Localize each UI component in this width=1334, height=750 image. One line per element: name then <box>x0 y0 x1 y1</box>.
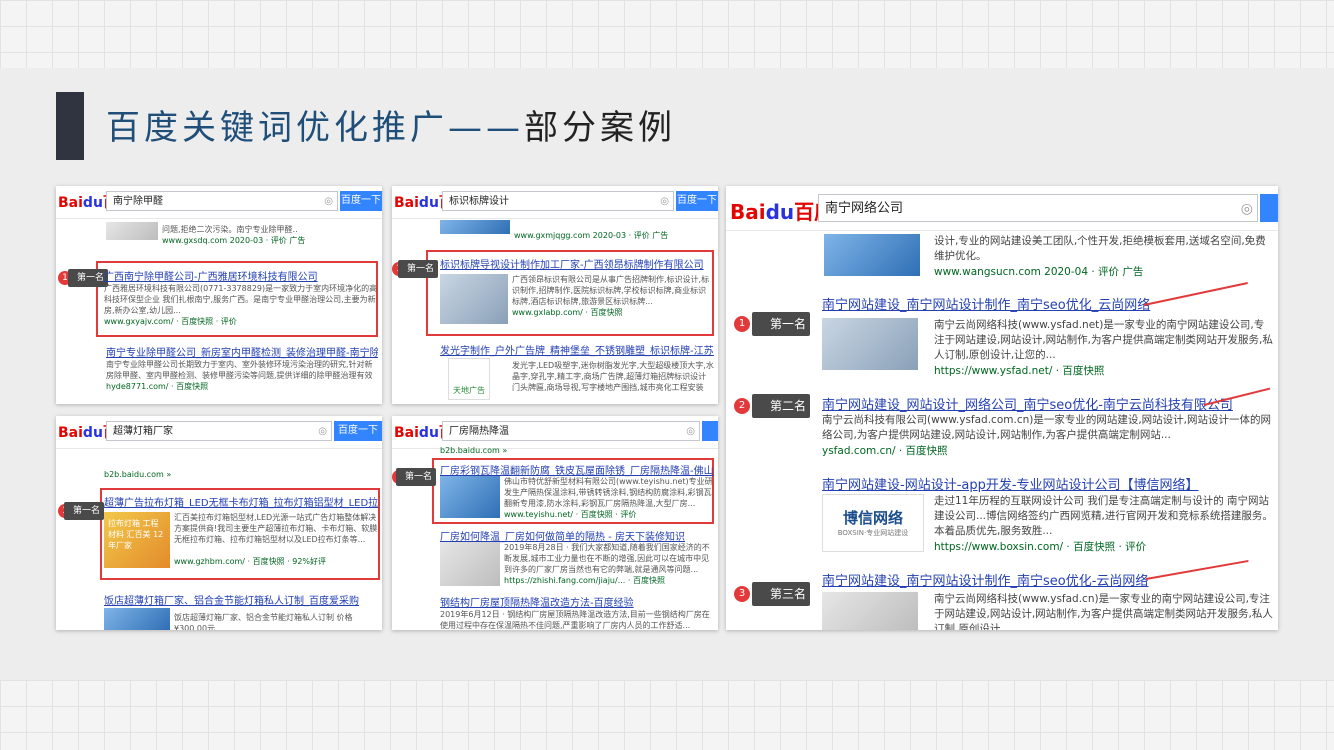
screenshot-panel-main: Baidu百度 南宁网络公司 ◎ 设计,专业的网站建设美工团队,个性开发,拒绝模板… <box>726 186 1278 630</box>
rank-badge: 第一名 <box>68 269 108 287</box>
result-item-1-body: 南宁云尚网络科技(www.ysfad.net)是一家专业的南宁网站建设公司,专注… <box>934 319 1273 377</box>
result-item-2-body: 2019年8月28日 · 我们大家都知道,随着我们国家经济的不断发展,城市工业力… <box>504 543 710 585</box>
result-item-1-body: 广西领昂标识有限公司是从事广告招牌制作,标识设计,标识制作,招牌制作,医院标识标… <box>512 275 710 317</box>
camera-icon[interactable]: ◎ <box>324 192 333 212</box>
result-item-1-body: 佛山市特优舒新型材料有限公司(www.teyishu.net)专业研发生产隔热保… <box>504 477 713 519</box>
result-item-1[interactable]: 广西南宁除甲醛公司-广西雅居环境科技有限公司 广西雅居环境科技有限公司(0771… <box>104 268 378 327</box>
result-ad: 设计,专业的网站建设美工团队,个性开发,拒绝模板套用,送域名空间,免费维护优化。… <box>934 235 1266 278</box>
search-button[interactable] <box>702 421 718 441</box>
result-item-2[interactable]: 南宁专业除甲醛公司_新房室内甲醛检测_装修治理甲醛-南宁除甲醛公司 南宁专业除甲… <box>106 344 378 392</box>
tiandi-logo: 天地广告 <box>448 358 490 400</box>
result-thumbnail <box>822 592 918 630</box>
rank-badge: 第一名 <box>396 468 436 486</box>
result-item-2[interactable]: 发光字制作_户外广告牌_精神堡垒_不锈钢雕塑_标识标牌-江苏天地... <box>440 342 714 357</box>
slide-title: 百度关键词优化推广——部分案例 <box>106 100 676 149</box>
search-button[interactable] <box>1260 194 1278 222</box>
result-item-1[interactable]: 厂房彩钢瓦降温翻新防腐_铁皮瓦屋面除锈_厂房隔热降温-佛山市... <box>440 462 714 477</box>
result-item-4-body: 南宁云尚网络科技(www.ysfad.cn)是一家专业的南宁网站建设公司,专注于… <box>934 593 1273 630</box>
rank-number-1: 1 <box>734 316 750 332</box>
screenshot-panel-3: Baidu百度 超薄灯箱厂家◎ 百度一下 b2b.baidu.com » 1 第… <box>56 416 382 630</box>
result-item-3[interactable]: 南宁网站建设-网站设计-app开发-专业网站设计公司【博信网络】 <box>822 474 1274 493</box>
result-ad: 问题,拒绝二次污染。南宁专业除甲醛.. www.gxsdq.com 2020-0… <box>162 225 306 245</box>
result-ad: b2b.baidu.com » <box>440 446 508 455</box>
result-thumbnail <box>440 476 500 518</box>
result-item-1[interactable]: 标识标牌导视设计制作加工厂家-广西领昂标牌制作有限公司 <box>440 256 714 271</box>
result-item-2-body: 饭店超薄灯箱厂家、铝合金节能灯箱私人订制 价格 ¥300.00元 <box>174 613 353 630</box>
result-item-1-body: 汇百美拉布灯箱铝型材,LED光源一站式广告灯箱整体解决方案提供商!我司主要生产超… <box>174 513 378 566</box>
result-thumbnail <box>440 220 510 234</box>
boxsin-logo: 博信网络 BOXSIN·专业网站建设 <box>822 494 924 552</box>
result-item-4[interactable]: 南宁网站建设_南宁网站设计制作_南宁seo优化-云尚网络 <box>822 570 1274 589</box>
search-button[interactable]: 百度一下 <box>334 421 382 441</box>
rank-number-3: 3 <box>734 586 750 602</box>
search-input[interactable]: 超薄灯箱厂家 ◎ <box>106 421 332 441</box>
result-item-2-body: 发光字,LED吸塑字,迷你树脂发光字,大型超级楼顶大字,水晶字,穿孔字,精工字,… <box>512 361 714 392</box>
search-input[interactable]: 南宁除甲醛 ◎ <box>106 191 338 211</box>
title-tail: 部分案例 <box>524 108 676 148</box>
result-thumbnail: 拉布灯箱 工程材料 汇百美 12年厂家 <box>104 512 170 568</box>
result-ad: www.gxmjqgg.com 2020-03 · 评价 广告 <box>514 231 669 240</box>
result-item-2[interactable]: 饭店超薄灯箱厂家、铝合金节能灯箱私人订制_百度爱采购 <box>104 592 378 607</box>
screenshot-panel-4: Baidu百度 厂房隔热降温◎ b2b.baidu.com » 1 第一名 厂房… <box>392 416 718 630</box>
result-item-1[interactable]: 超薄广告拉布灯箱_LED无框卡布灯箱_拉布灯箱铝型材_LED拉布灯条... <box>104 494 378 509</box>
result-item-1[interactable]: 南宁网站建设_南宁网站设计制作_南宁seo优化_云尚网络 <box>822 294 1274 313</box>
rank-badge-1: 第一名 <box>752 312 810 336</box>
rank-badge-2: 第二名 <box>752 394 810 418</box>
search-input[interactable]: 南宁网络公司 ◎ <box>818 194 1258 222</box>
result-thumbnail <box>104 608 170 630</box>
result-thumbnail <box>824 234 920 276</box>
search-input[interactable]: 标识标牌设计 ◎ <box>442 191 674 211</box>
search-button[interactable]: 百度一下 <box>676 191 718 211</box>
result-thumbnail <box>440 274 508 324</box>
search-bar: Baidu百度 南宁除甲醛◎ 百度一下 <box>56 186 382 219</box>
search-bar: Baidu百度 标识标牌设计◎ 百度一下 <box>392 186 718 219</box>
result-item-2[interactable]: 厂房如何降温_厂房如何做简单的隔热 - 房天下装修知识 <box>440 528 714 543</box>
camera-icon[interactable]: ◎ <box>318 422 327 442</box>
search-bar: Baidu百度 南宁网络公司 ◎ <box>726 186 1278 231</box>
camera-icon[interactable]: ◎ <box>686 422 695 442</box>
result-thumbnail <box>106 222 158 240</box>
grid-background-bottom <box>0 680 1334 750</box>
screenshot-panel-2: Baidu百度 标识标牌设计◎ 百度一下 www.gxmjqgg.com 202… <box>392 186 718 404</box>
rank-badge: 第一名 <box>64 502 104 520</box>
camera-icon[interactable]: ◎ <box>1241 195 1253 223</box>
result-item-3-body: 走过11年历程的互联网设计公司 我们是专注高端定制与设计的 南宁网站建设公司..… <box>934 495 1273 553</box>
title-accent-bar <box>56 92 84 160</box>
rank-badge: 第一名 <box>398 260 438 278</box>
grid-background-top <box>0 0 1334 68</box>
search-bar: Baidu百度 超薄灯箱厂家◎ 百度一下 <box>56 416 382 449</box>
search-button[interactable]: 百度一下 <box>340 191 382 211</box>
search-bar: Baidu百度 厂房隔热降温◎ <box>392 416 718 449</box>
search-input[interactable]: 厂房隔热降温 ◎ <box>442 421 700 441</box>
result-thumbnail <box>440 542 500 586</box>
screenshot-panel-1: Baidu百度 南宁除甲醛◎ 百度一下 问题,拒绝二次污染。南宁专业除甲醛.. … <box>56 186 382 404</box>
title-main: 百度关键词优化推广—— <box>106 108 524 148</box>
rank-number-2: 2 <box>734 398 750 414</box>
camera-icon[interactable]: ◎ <box>660 192 669 212</box>
result-ad: b2b.baidu.com » <box>104 470 172 479</box>
result-item-3[interactable]: 钢结构厂房屋顶隔热降温改造方法-百度经验 2019年6月12日 · 钢结构厂房屋… <box>440 594 714 630</box>
result-thumbnail <box>822 318 918 370</box>
rank-badge-3: 第三名 <box>752 582 810 606</box>
